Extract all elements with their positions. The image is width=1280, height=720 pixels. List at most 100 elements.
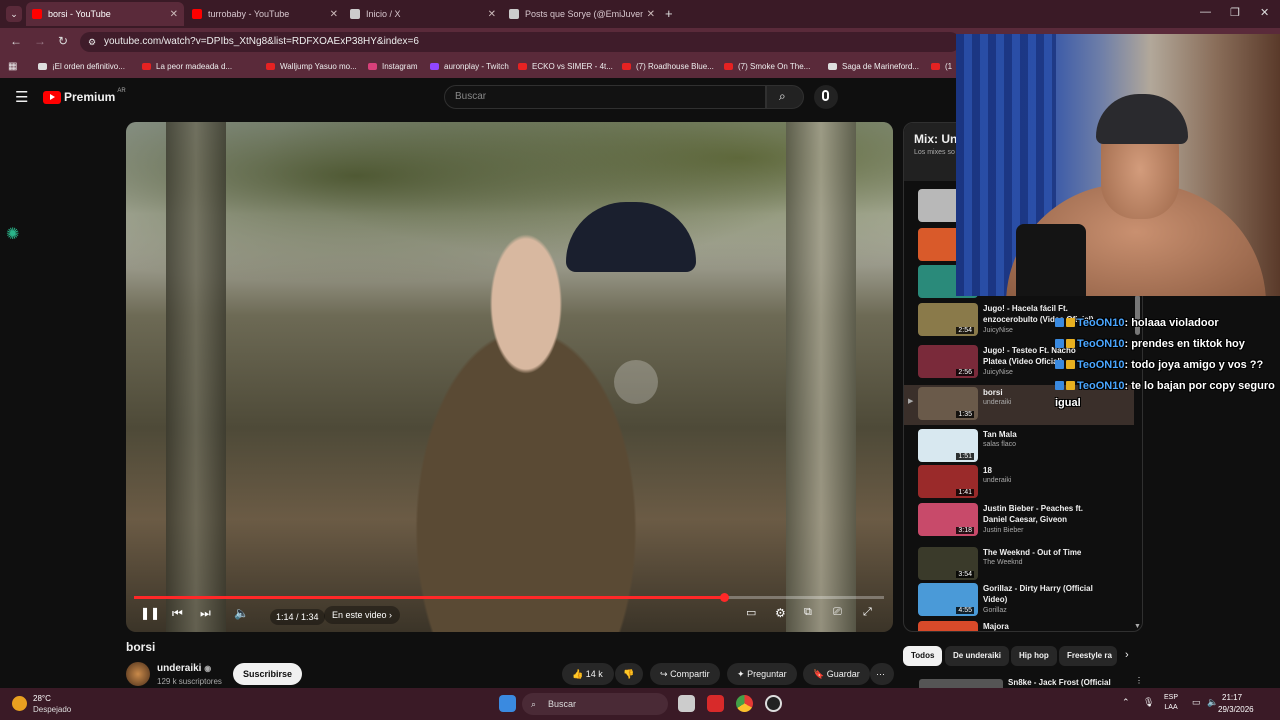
more-icon[interactable]: ⋮: [1135, 676, 1143, 685]
chip-freestyle[interactable]: Freestyle ra: [1059, 646, 1117, 666]
bookmark-item[interactable]: (1: [931, 62, 952, 71]
forward-icon[interactable]: →: [34, 34, 46, 48]
playlist-item[interactable]: 4:55 Gorillaz - Dirty Harry (Official Vid…: [904, 581, 1134, 621]
pause-button[interactable]: ❚❚: [140, 606, 160, 620]
app-icon[interactable]: [707, 695, 724, 712]
site-info-icon[interactable]: ⚙: [88, 32, 96, 52]
playlist-thumbnail: [918, 621, 978, 631]
next-video-peek[interactable]: Sn8ke - Jack Frost (Official ⋮: [903, 676, 1143, 688]
voice-search-button[interactable]: [814, 85, 838, 109]
video-player[interactable]: ❚❚ ⏮ ⏭ 🔈 1:14 / 1:34 En este video › ▭ ⚙…: [126, 122, 893, 632]
playlist-subtitle: Los mixes so: [914, 149, 955, 156]
ai-assistant-icon[interactable]: ✺: [6, 224, 19, 244]
playlist-item[interactable]: 1:51 Tan Mala salas flaco: [904, 427, 1134, 467]
playlist-item[interactable]: 3:18 Justin Bieber - Peaches ft. Daniel C…: [904, 501, 1134, 541]
share-button[interactable]: ↪ Compartir: [650, 663, 720, 685]
playlist-item[interactable]: Majora: [904, 619, 1134, 631]
subtitles-icon[interactable]: ▭: [746, 606, 756, 619]
weather-icon[interactable]: [12, 696, 27, 711]
channel-name[interactable]: underaiki ◉: [157, 663, 211, 674]
playlist-scrollbar[interactable]: [1135, 295, 1140, 335]
subscribe-button[interactable]: Suscribirse: [233, 663, 303, 685]
tab-inicio-x[interactable]: Inicio / X ✕: [344, 2, 502, 26]
close-icon[interactable]: ✕: [330, 9, 338, 20]
weather-temperature[interactable]: 28°C: [33, 694, 51, 703]
tab-search-icon[interactable]: ⌄: [6, 6, 22, 22]
network-icon[interactable]: ▭: [1192, 697, 1201, 708]
clock-time[interactable]: 21:17: [1222, 693, 1242, 702]
progress-fill: [134, 596, 725, 599]
youtube-logo[interactable]: Premium AR: [43, 88, 126, 104]
chip-from-channel[interactable]: De underaiki: [945, 646, 1010, 666]
video-title: borsi: [126, 640, 156, 654]
task-view-icon[interactable]: [678, 695, 695, 712]
bookmark-icon: [828, 63, 837, 70]
chip-hip-hop[interactable]: Hip hop: [1011, 646, 1057, 666]
playlist-thumbnail: 4:55: [918, 583, 978, 616]
scroll-down-icon[interactable]: ▼: [1134, 623, 1141, 630]
fullscreen-icon[interactable]: ⤢: [863, 606, 872, 619]
search-input[interactable]: Buscar: [444, 85, 766, 109]
settings-icon[interactable]: ⚙: [775, 606, 786, 620]
cast-icon[interactable]: ⎚: [833, 606, 842, 619]
language-indicator[interactable]: ESP LAA: [1164, 693, 1178, 713]
chips-next-icon[interactable]: ›: [1125, 649, 1129, 661]
like-button[interactable]: 👍 14 k: [562, 663, 614, 685]
playlist-item[interactable]: 3:54 The Weeknd - Out of Time The Weeknd: [904, 545, 1134, 585]
tab-label: Inicio / X: [366, 9, 401, 19]
taskbar-search[interactable]: ⌕ Buscar: [522, 693, 668, 715]
previous-button[interactable]: ⏮: [172, 606, 183, 621]
tab-posts-sorye[interactable]: Posts que Sorye (@EmiJuvenal) ✕: [503, 2, 661, 26]
dislike-button[interactable]: 👎: [615, 663, 643, 685]
progress-bar[interactable]: [134, 593, 884, 602]
restore-icon[interactable]: ❐: [1230, 6, 1240, 19]
close-icon[interactable]: ✕: [170, 9, 178, 20]
tab-turrobaby[interactable]: turrobaby - YouTube ✕: [186, 2, 344, 26]
chat-message: TeoON10: te lo bajan por copy seguro: [1055, 380, 1275, 392]
playlist-item[interactable]: 1:41 18 underaiki: [904, 463, 1134, 503]
ask-button[interactable]: ✦ Preguntar: [727, 663, 797, 685]
bookmark-item[interactable]: ECKO vs SIMER - 4t...: [518, 62, 613, 71]
volume-icon[interactable]: 🔈: [234, 606, 249, 620]
miniplayer-icon[interactable]: ⧉: [804, 606, 812, 619]
menu-icon[interactable]: ☰: [15, 88, 28, 106]
bookmark-label: auronplay - Twitch: [444, 62, 509, 71]
reload-icon[interactable]: ↻: [58, 34, 68, 48]
volume-tray-icon[interactable]: 🔈: [1207, 697, 1218, 708]
close-icon[interactable]: ✕: [488, 9, 496, 20]
bookmark-item[interactable]: ¡El orden definitivo...: [38, 62, 125, 71]
bookmark-item[interactable]: (7) Smoke On The...: [724, 62, 810, 71]
address-bar[interactable]: ⚙ youtube.com/watch?v=DPIbs_XtNg8&list=R…: [80, 32, 960, 52]
progress-scrubber[interactable]: [720, 593, 730, 602]
search-button[interactable]: ⌕: [766, 85, 804, 109]
bookmark-item[interactable]: Walljump Yasuo mo...: [266, 62, 357, 71]
apps-icon[interactable]: ▦: [8, 61, 17, 72]
minimize-icon[interactable]: —: [1200, 6, 1211, 18]
obs-icon[interactable]: [765, 695, 782, 712]
browser-tab-strip: ⌄ borsi - YouTube ✕ turrobaby - YouTube …: [0, 0, 1280, 28]
more-actions-button[interactable]: ⋯: [870, 663, 894, 685]
bookmark-item[interactable]: (7) Roadhouse Blue...: [622, 62, 714, 71]
youtube-icon: [724, 63, 733, 70]
bookmark-item[interactable]: Saga de Marineford...: [828, 62, 919, 71]
chrome-icon[interactable]: [736, 695, 753, 712]
new-tab-icon[interactable]: +: [665, 6, 673, 21]
chapters-button[interactable]: En este video ›: [324, 606, 401, 624]
save-button[interactable]: 🔖 Guardar: [803, 663, 870, 685]
microphone-tray-icon[interactable]: 🎙: [1143, 697, 1154, 708]
clock-date[interactable]: 29/3/2026: [1218, 705, 1254, 714]
bookmark-item[interactable]: auronplay - Twitch: [430, 62, 509, 71]
close-icon[interactable]: ✕: [647, 9, 655, 20]
channel-avatar[interactable]: [126, 662, 150, 686]
tab-borsi[interactable]: borsi - YouTube ✕: [26, 2, 184, 26]
window-close-icon[interactable]: ✕: [1260, 6, 1269, 19]
bookmark-item[interactable]: Instagram: [368, 62, 418, 71]
back-icon[interactable]: ←: [10, 34, 22, 48]
x-icon: [509, 9, 519, 19]
start-icon[interactable]: [499, 695, 516, 712]
tray-chevron-icon[interactable]: ⌃: [1122, 697, 1130, 708]
logo-text: Premium: [64, 90, 116, 104]
chip-all[interactable]: Todos: [903, 646, 943, 666]
next-button[interactable]: ⏭: [200, 606, 211, 621]
bookmark-item[interactable]: La peor madeada d...: [142, 62, 232, 71]
